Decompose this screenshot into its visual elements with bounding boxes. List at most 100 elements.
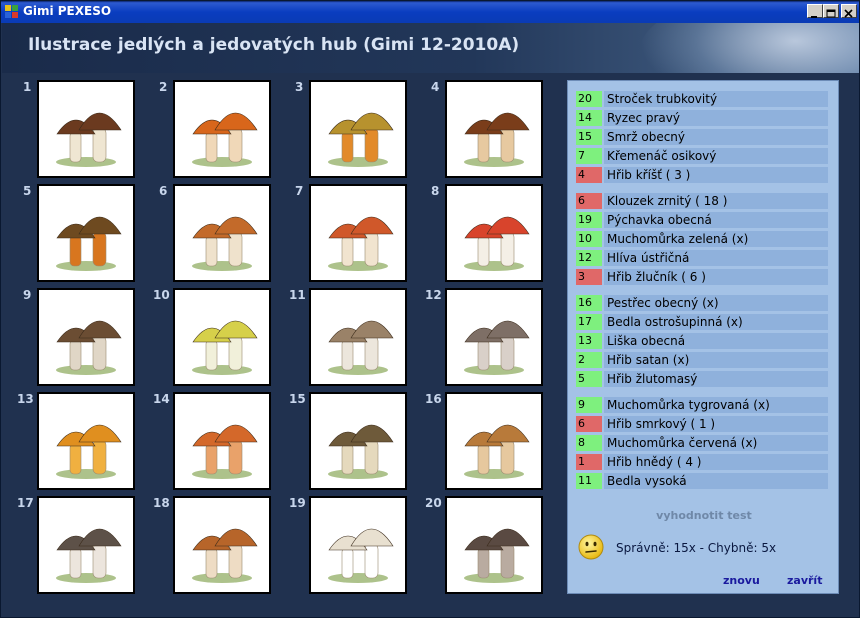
answer-row[interactable]: 13 Liška obecná xyxy=(576,333,828,349)
card-number: 12 xyxy=(425,288,442,302)
answer-name: Stroček trubkovitý xyxy=(604,91,828,107)
mushroom-card[interactable] xyxy=(445,496,543,594)
close-link[interactable]: zavřít xyxy=(787,574,822,587)
mushroom-icon xyxy=(328,424,394,479)
mushroom-card[interactable] xyxy=(309,496,407,594)
answer-row[interactable]: 12 Hlíva ústřičná xyxy=(576,250,828,266)
answer-row[interactable]: 17 Bedla ostrošupinná (x) xyxy=(576,314,828,330)
mushroom-icon xyxy=(328,216,394,271)
mushroom-card[interactable] xyxy=(445,288,543,386)
app-window: Gimi PEXESO Ilustrace jedlých a jedovatý… xyxy=(0,0,860,618)
answer-row[interactable]: 5 Hřib žlutomasý xyxy=(576,371,828,387)
mushroom-card[interactable] xyxy=(37,496,135,594)
maximize-button[interactable] xyxy=(823,4,839,18)
answer-number: 15 xyxy=(576,129,602,145)
answer-row[interactable]: 19 Pýchavka obecná xyxy=(576,212,828,228)
header-banner: Ilustrace jedlých a jedovatých hub (Gimi… xyxy=(2,23,859,73)
answer-number: 13 xyxy=(576,333,602,349)
answer-number: 10 xyxy=(576,231,602,247)
mushroom-icon xyxy=(192,528,258,583)
card-number: 18 xyxy=(153,496,170,510)
mushroom-card[interactable] xyxy=(173,288,271,386)
answer-name: Bedla ostrošupinná (x) xyxy=(604,314,828,330)
card-number: 1 xyxy=(23,80,32,94)
mushroom-card[interactable] xyxy=(37,288,135,386)
answer-name: Hřib hnědý ( 4 ) xyxy=(604,454,828,470)
mushroom-card[interactable] xyxy=(309,184,407,282)
answer-row[interactable]: 6 Hřib smrkový ( 1 ) xyxy=(576,416,828,432)
answer-row[interactable]: 7 Křemenáč osikový xyxy=(576,148,828,164)
mushroom-icon xyxy=(328,320,394,375)
answer-name: Křemenáč osikový xyxy=(604,148,828,164)
answer-name: Pestřec obecný (x) xyxy=(604,295,828,311)
mushroom-icon xyxy=(56,424,122,479)
answer-number: 17 xyxy=(576,314,602,330)
answer-name: Hřib satan (x) xyxy=(604,352,828,368)
answer-name: Hlíva ústřičná xyxy=(604,250,828,266)
mushroom-card[interactable] xyxy=(173,392,271,490)
answer-row[interactable]: 1 Hřib hnědý ( 4 ) xyxy=(576,454,828,470)
answer-name: Klouzek zrnitý ( 18 ) xyxy=(604,193,828,209)
card-number: 19 xyxy=(289,496,306,510)
answer-number: 5 xyxy=(576,371,602,387)
answer-number: 6 xyxy=(576,416,602,432)
mushroom-icon xyxy=(464,528,530,583)
answer-number: 11 xyxy=(576,473,602,489)
mushroom-card[interactable] xyxy=(37,392,135,490)
card-number: 2 xyxy=(159,80,168,94)
close-window-button[interactable] xyxy=(841,4,857,18)
answer-name: Hřib smrkový ( 1 ) xyxy=(604,416,828,432)
answer-number: 14 xyxy=(576,110,602,126)
answer-row[interactable]: 6 Klouzek zrnitý ( 18 ) xyxy=(576,193,828,209)
maximize-icon xyxy=(826,9,836,18)
card-number: 6 xyxy=(159,184,168,198)
answer-row[interactable]: 14 Ryzec pravý xyxy=(576,110,828,126)
mushroom-card[interactable] xyxy=(445,80,543,178)
card-number: 14 xyxy=(153,392,170,406)
mushroom-card[interactable] xyxy=(309,288,407,386)
mushroom-card[interactable] xyxy=(445,392,543,490)
mushroom-card[interactable] xyxy=(309,80,407,178)
answer-row[interactable]: 10 Muchomůrka zelená (x) xyxy=(576,231,828,247)
answer-row[interactable]: 2 Hřib satan (x) xyxy=(576,352,828,368)
answer-row[interactable]: 4 Hřib kříšť ( 3 ) xyxy=(576,167,828,183)
answer-row[interactable]: 9 Muchomůrka tygrovaná (x) xyxy=(576,397,828,413)
answer-panel: 20 Stroček trubkovitý 14 Ryzec pravý 15 Smrž … xyxy=(567,80,839,594)
mushroom-icon xyxy=(328,112,394,167)
answer-row[interactable]: 3 Hřib žlučník ( 6 ) xyxy=(576,269,828,285)
card-number: 11 xyxy=(289,288,306,302)
card-number: 3 xyxy=(295,80,304,94)
minimize-button[interactable] xyxy=(807,4,823,18)
answer-row[interactable]: 16 Pestřec obecný (x) xyxy=(576,295,828,311)
mushroom-card[interactable] xyxy=(37,184,135,282)
card-number: 17 xyxy=(17,496,34,510)
mushroom-card[interactable] xyxy=(445,184,543,282)
answer-row[interactable]: 15 Smrž obecný xyxy=(576,129,828,145)
minimize-icon xyxy=(811,16,817,18)
answer-number: 16 xyxy=(576,295,602,311)
answer-number: 12 xyxy=(576,250,602,266)
answer-name: Hřib žlutomasý xyxy=(604,371,828,387)
mushroom-card[interactable] xyxy=(309,392,407,490)
answer-number: 1 xyxy=(576,454,602,470)
again-link[interactable]: znovu xyxy=(723,574,760,587)
mushroom-card[interactable] xyxy=(37,80,135,178)
card-number: 10 xyxy=(153,288,170,302)
answer-name: Hřib kříšť ( 3 ) xyxy=(604,167,828,183)
answer-name: Muchomůrka tygrovaná (x) xyxy=(604,397,828,413)
answer-number: 19 xyxy=(576,212,602,228)
mushroom-card[interactable] xyxy=(173,184,271,282)
mushroom-icon xyxy=(56,112,122,167)
mushroom-card[interactable] xyxy=(173,80,271,178)
mushroom-card[interactable] xyxy=(173,496,271,594)
app-icon xyxy=(5,5,18,18)
answer-row[interactable]: 8 Muchomůrka červená (x) xyxy=(576,435,828,451)
answer-row[interactable]: 11 Bedla vysoká xyxy=(576,473,828,489)
answer-row[interactable]: 20 Stroček trubkovitý xyxy=(576,91,828,107)
score-text: Správně: 15x - Chybně: 5x xyxy=(616,541,777,555)
answer-name: Liška obecná xyxy=(604,333,828,349)
evaluate-test-button[interactable]: vyhodnotit test xyxy=(568,509,840,522)
mushroom-icon xyxy=(192,216,258,271)
title-bar[interactable]: Gimi PEXESO xyxy=(1,1,859,23)
mushroom-icon xyxy=(56,216,122,271)
